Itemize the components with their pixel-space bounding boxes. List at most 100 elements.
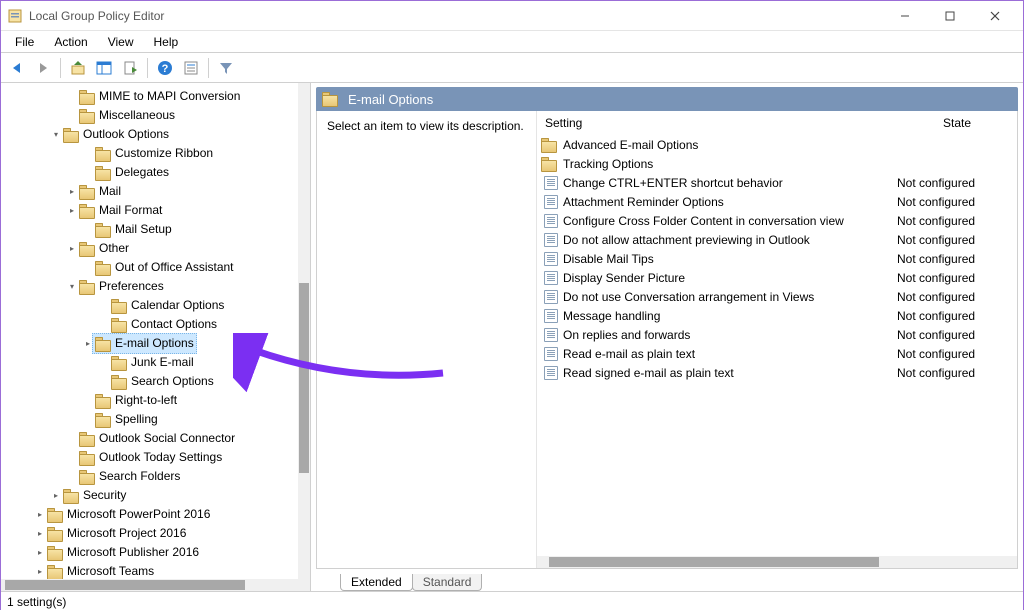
policy-icon [543, 365, 559, 381]
expand-icon[interactable]: ▸ [65, 182, 79, 201]
expand-icon[interactable]: ▸ [65, 201, 79, 220]
folder-icon [47, 527, 63, 541]
policy-tree[interactable]: ▸MIME to MAPI Conversion▸Miscellaneous▾O… [1, 83, 298, 579]
view-tabs: Extended Standard [316, 569, 1018, 591]
tree-node[interactable]: ▸MIME to MAPI Conversion [1, 87, 298, 106]
tree-node[interactable]: ▾Outlook Options [1, 125, 298, 144]
list-item[interactable]: Disable Mail TipsNot configured [537, 249, 1017, 268]
policy-icon [543, 194, 559, 210]
tree-node[interactable]: ▸Outlook Social Connector [1, 429, 298, 448]
tree-node-label: Junk E-mail [131, 353, 194, 372]
list-item[interactable]: Advanced E-mail Options [537, 135, 1017, 154]
tree-node[interactable]: ▸E-mail Options [1, 334, 298, 353]
tree-node[interactable]: ▸Microsoft Publisher 2016 [1, 543, 298, 562]
folder-icon [79, 109, 95, 123]
list-item[interactable]: Change CTRL+ENTER shortcut behaviorNot c… [537, 173, 1017, 192]
expand-icon[interactable]: ▸ [33, 562, 47, 579]
close-button[interactable] [972, 1, 1017, 31]
list-item[interactable]: Attachment Reminder OptionsNot configure… [537, 192, 1017, 211]
tree-node[interactable]: ▸Spelling [1, 410, 298, 429]
list-horizontal-scrollbar[interactable] [537, 556, 1017, 568]
setting-name: Configure Cross Folder Content in conver… [563, 214, 897, 228]
tree-node[interactable]: ▸Search Options [1, 372, 298, 391]
app-icon [7, 8, 23, 24]
folder-icon [95, 261, 111, 275]
expand-icon[interactable]: ▸ [33, 524, 47, 543]
column-state[interactable]: State [897, 116, 1017, 130]
list-item[interactable]: Tracking Options [537, 154, 1017, 173]
list-item[interactable]: Configure Cross Folder Content in conver… [537, 211, 1017, 230]
export-list-button[interactable] [118, 56, 142, 80]
tree-node[interactable]: ▸Microsoft Teams [1, 562, 298, 579]
tab-standard[interactable]: Standard [412, 574, 483, 591]
folder-icon [47, 565, 63, 579]
list-item[interactable]: Display Sender PictureNot configured [537, 268, 1017, 287]
minimize-button[interactable] [882, 1, 927, 31]
tree-node-label: Delegates [115, 163, 169, 182]
setting-state: Not configured [897, 328, 1017, 342]
show-hide-tree-button[interactable] [92, 56, 116, 80]
svg-text:?: ? [162, 63, 169, 75]
folder-icon [111, 375, 127, 389]
expand-icon[interactable]: ▸ [65, 239, 79, 258]
toolbar-separator [147, 58, 148, 78]
maximize-button[interactable] [927, 1, 972, 31]
tree-node[interactable]: ▸Other [1, 239, 298, 258]
menu-file[interactable]: File [5, 33, 44, 51]
collapse-icon[interactable]: ▾ [49, 125, 63, 144]
tree-node[interactable]: ▸Microsoft Project 2016 [1, 524, 298, 543]
tree-node[interactable]: ▸Customize Ribbon [1, 144, 298, 163]
tree-node[interactable]: ▾Preferences [1, 277, 298, 296]
folder-icon [95, 413, 111, 427]
folder-icon [79, 470, 95, 484]
folder-icon [79, 185, 95, 199]
status-bar: 1 setting(s) [1, 591, 1023, 611]
collapse-icon[interactable]: ▾ [65, 277, 79, 296]
back-button[interactable] [5, 56, 29, 80]
list-header[interactable]: Setting State [537, 111, 1017, 135]
tree-node[interactable]: ▸Out of Office Assistant [1, 258, 298, 277]
tree-node[interactable]: ▸Junk E-mail [1, 353, 298, 372]
list-rows: Advanced E-mail OptionsTracking OptionsC… [537, 135, 1017, 556]
details-header: E-mail Options [316, 87, 1018, 111]
tree-node[interactable]: ▸Contact Options [1, 315, 298, 334]
tree-node[interactable]: ▸Mail [1, 182, 298, 201]
setting-name: Read signed e-mail as plain text [563, 366, 897, 380]
menu-action[interactable]: Action [44, 33, 97, 51]
folder-icon [95, 394, 111, 408]
tree-node[interactable]: ▸Search Folders [1, 467, 298, 486]
menu-help[interactable]: Help [144, 33, 189, 51]
tree-node[interactable]: ▸Delegates [1, 163, 298, 182]
up-button[interactable] [66, 56, 90, 80]
tree-node[interactable]: ▸Calendar Options [1, 296, 298, 315]
tree-horizontal-scrollbar[interactable] [1, 579, 298, 591]
tree-vertical-scrollbar[interactable] [298, 83, 310, 579]
tab-extended[interactable]: Extended [340, 574, 413, 591]
column-setting[interactable]: Setting [537, 116, 897, 130]
tree-node[interactable]: ▸Microsoft PowerPoint 2016 [1, 505, 298, 524]
tree-node-label: MIME to MAPI Conversion [99, 87, 240, 106]
list-item[interactable]: On replies and forwardsNot configured [537, 325, 1017, 344]
details-panel: E-mail Options Select an item to view it… [311, 83, 1023, 591]
tree-node[interactable]: ▸Security [1, 486, 298, 505]
help-button[interactable]: ? [153, 56, 177, 80]
tree-node[interactable]: ▸Miscellaneous [1, 106, 298, 125]
tree-node[interactable]: ▸Mail Setup [1, 220, 298, 239]
expand-icon[interactable]: ▸ [33, 543, 47, 562]
list-item[interactable]: Read e-mail as plain textNot configured [537, 344, 1017, 363]
list-item[interactable]: Message handlingNot configured [537, 306, 1017, 325]
tree-node-label: Outlook Today Settings [99, 448, 222, 467]
tree-node[interactable]: ▸Right-to-left [1, 391, 298, 410]
menu-view[interactable]: View [98, 33, 144, 51]
properties-button[interactable] [179, 56, 203, 80]
forward-button[interactable] [31, 56, 55, 80]
tree-node-label: Spelling [115, 410, 158, 429]
filter-button[interactable] [214, 56, 238, 80]
list-item[interactable]: Read signed e-mail as plain textNot conf… [537, 363, 1017, 382]
tree-node[interactable]: ▸Mail Format [1, 201, 298, 220]
tree-node[interactable]: ▸Outlook Today Settings [1, 448, 298, 467]
expand-icon[interactable]: ▸ [33, 505, 47, 524]
list-item[interactable]: Do not use Conversation arrangement in V… [537, 287, 1017, 306]
expand-icon[interactable]: ▸ [49, 486, 63, 505]
list-item[interactable]: Do not allow attachment previewing in Ou… [537, 230, 1017, 249]
